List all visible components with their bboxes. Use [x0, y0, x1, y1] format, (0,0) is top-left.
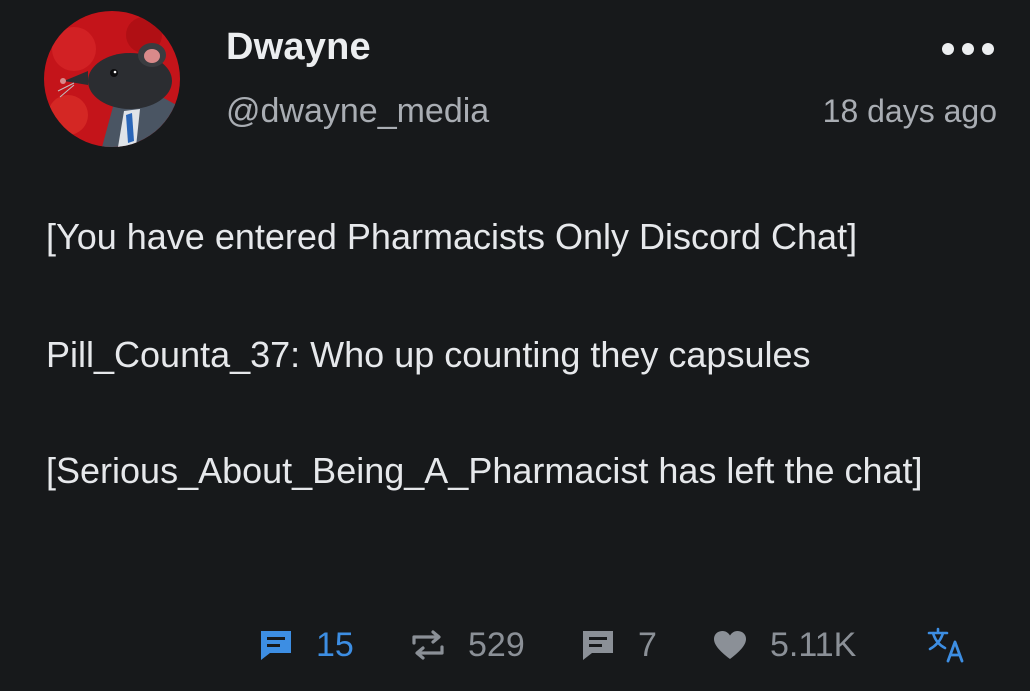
action-bar: 15 529 7 5.11K — [0, 620, 1030, 670]
reply-count: 15 — [316, 625, 354, 664]
rat-in-suit-avatar-icon — [44, 11, 180, 147]
avatar[interactable] — [44, 11, 180, 147]
more-dots-icon — [962, 43, 974, 55]
like-count: 5.11K — [770, 625, 857, 664]
more-dots-icon — [942, 43, 954, 55]
repost-icon — [412, 630, 444, 660]
quote-icon — [583, 631, 613, 660]
reply-icon — [261, 631, 291, 660]
quote-count: 7 — [638, 625, 657, 664]
repost-count: 529 — [468, 625, 525, 664]
post-body-line: [Serious_About_Being_A_Pharmacist has le… — [46, 450, 923, 491]
user-handle[interactable]: @dwayne_media — [226, 92, 489, 131]
translate-button[interactable] — [926, 620, 966, 670]
more-options-button[interactable] — [942, 38, 994, 60]
quote-button[interactable]: 7 — [580, 620, 657, 670]
translate-icon — [927, 627, 964, 663]
post-timestamp[interactable]: 18 days ago — [823, 93, 997, 130]
post-body-line: [You have entered Pharmacists Only Disco… — [46, 216, 858, 257]
heart-icon — [714, 631, 746, 659]
post-card: Dwayne @dwayne_media 18 days ago [You ha… — [0, 0, 1030, 691]
post-body-line: Pill_Counta_37: Who up counting they cap… — [46, 334, 811, 375]
display-name[interactable]: Dwayne — [226, 26, 371, 69]
repost-button[interactable]: 529 — [410, 620, 525, 670]
reply-button[interactable]: 15 — [258, 620, 354, 670]
like-button[interactable]: 5.11K — [712, 620, 856, 670]
more-dots-icon — [982, 43, 994, 55]
